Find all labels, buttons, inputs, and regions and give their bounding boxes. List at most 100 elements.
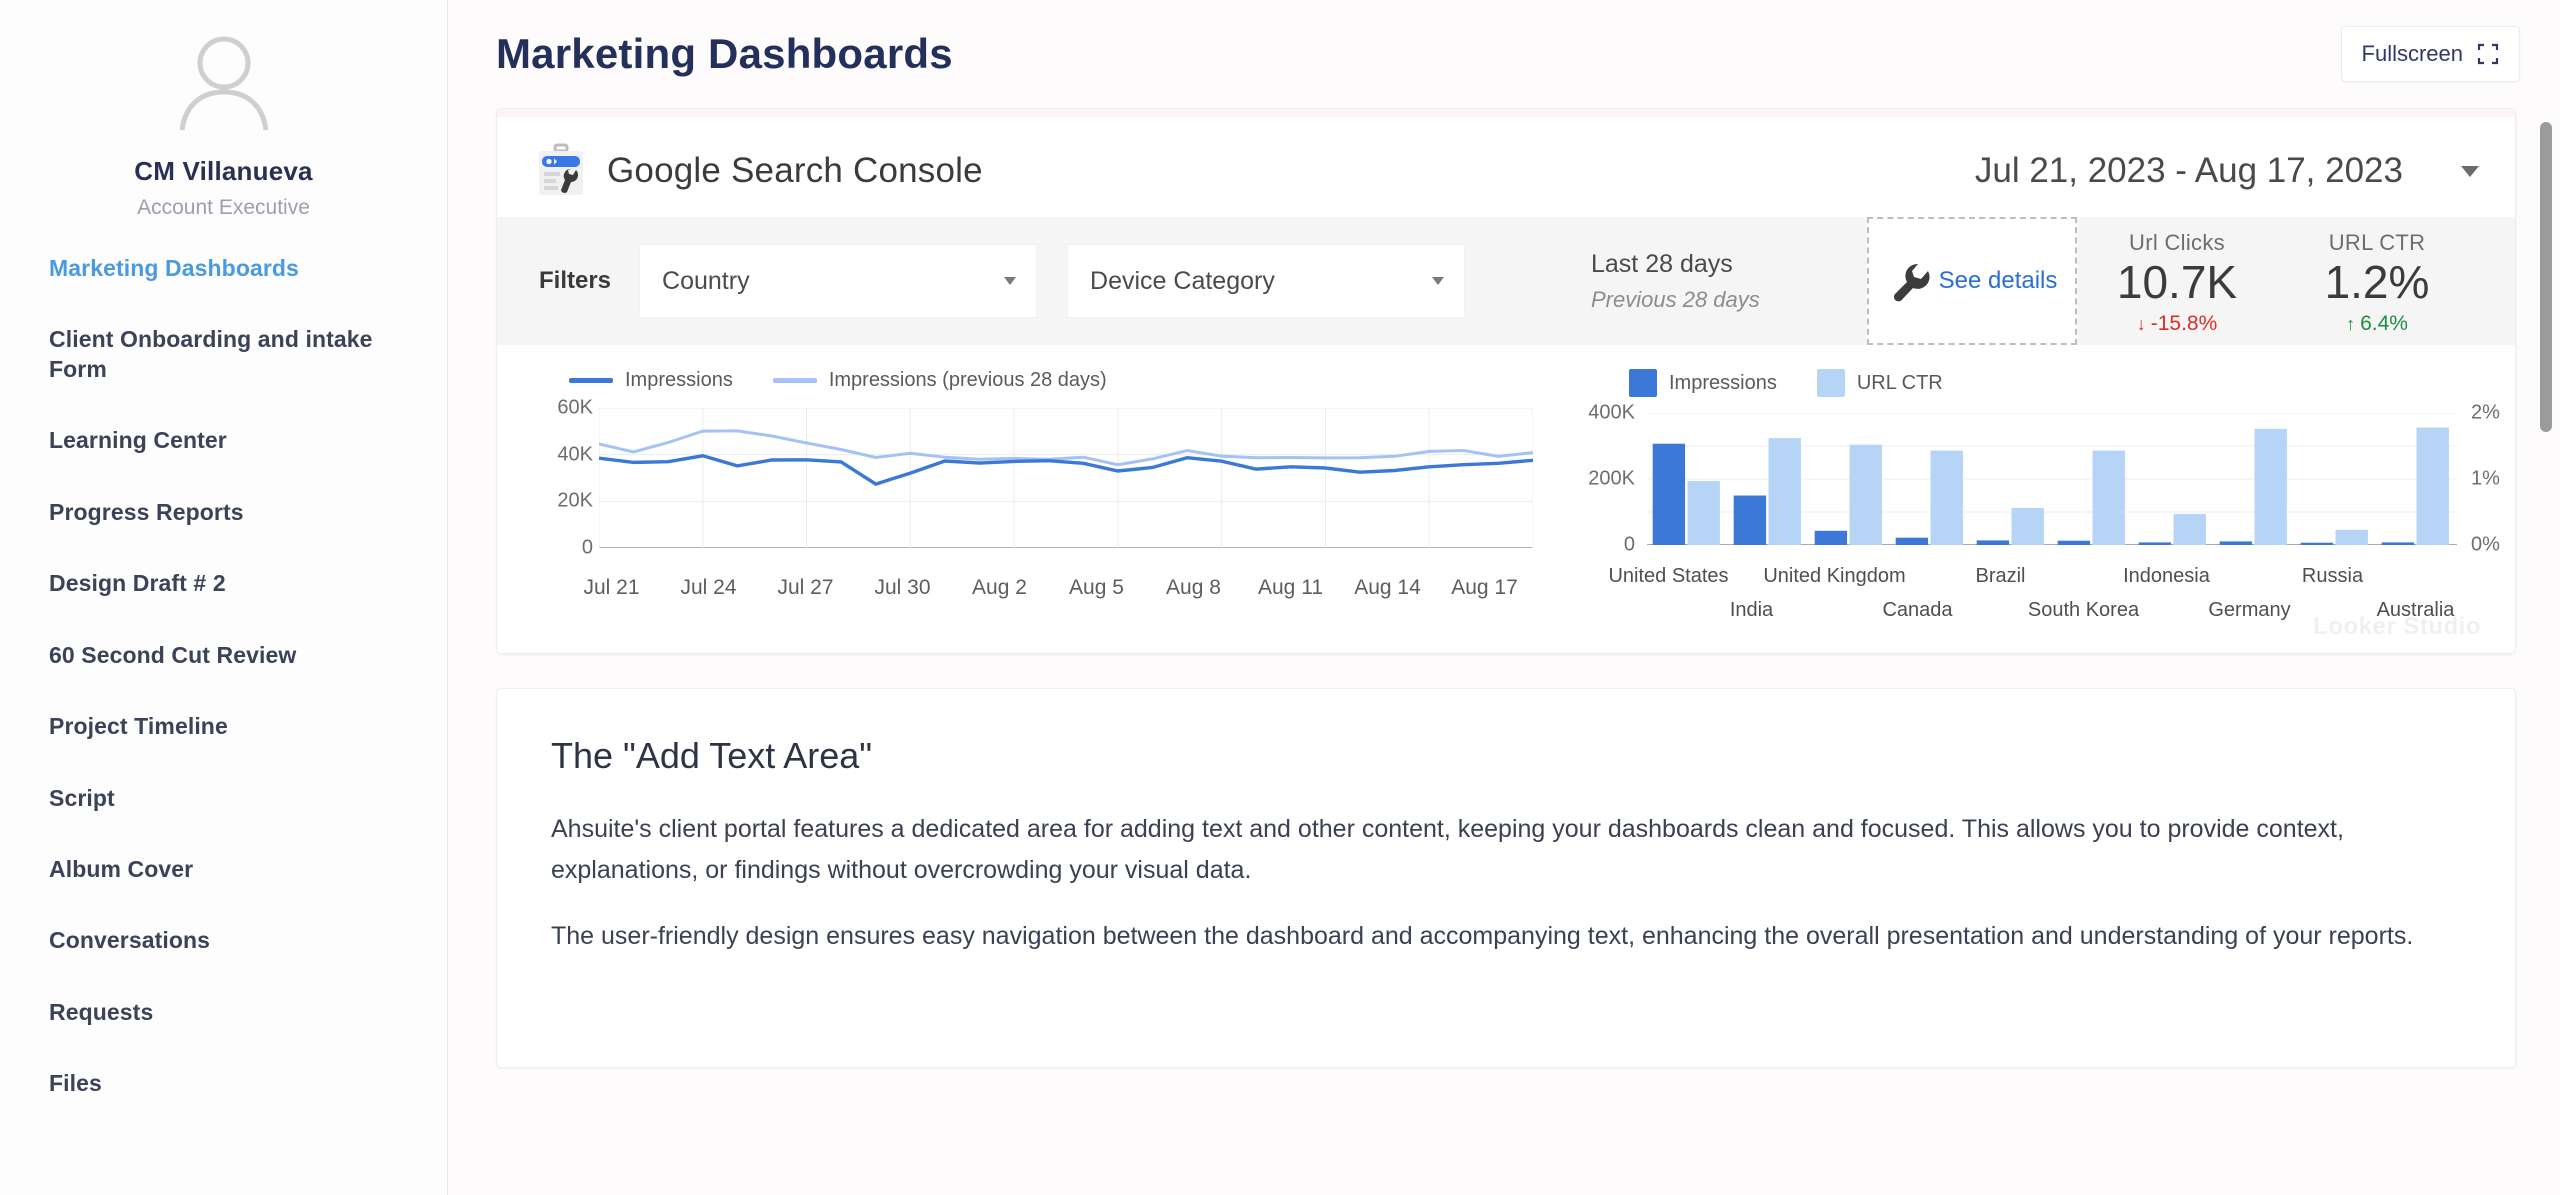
sidebar-item-design-draft-2[interactable]: Design Draft # 2: [49, 569, 417, 598]
sidebar-item-marketing-dashboards[interactable]: Marketing Dashboards: [49, 254, 417, 283]
sidebar-nav: Marketing Dashboards Client Onboarding a…: [0, 254, 447, 1099]
x-tick-label: Indonesia: [2123, 565, 2210, 587]
scrollbar-thumb[interactable]: [2540, 122, 2552, 432]
y-tick-label-right: 2%: [2471, 401, 2500, 424]
y-tick-label: 0: [581, 536, 593, 559]
dashboard-card: Google Search Console Jul 21, 2023 - Aug…: [496, 108, 2516, 654]
chevron-down-icon: [2461, 165, 2479, 177]
scorecards-bar: Last 28 days Previous 28 days See detail…: [1557, 217, 2515, 345]
device-category-filter-select[interactable]: Device Category: [1067, 244, 1466, 318]
x-tick-label: Aug 2: [972, 576, 1027, 599]
avatar: [0, 30, 447, 134]
sidebar-item-requests[interactable]: Requests: [49, 998, 417, 1027]
fullscreen-button[interactable]: Fullscreen: [2340, 26, 2520, 82]
kpi-delta: ↓ -15.8%: [2137, 312, 2218, 336]
x-tick-label: Germany: [2208, 599, 2291, 621]
google-search-console-icon: [539, 143, 583, 195]
x-tick-label: India: [1729, 599, 1774, 621]
wrench-icon: [1893, 263, 1930, 302]
legend-line-swatch: [569, 378, 613, 383]
line-chart-legend: Impressions Impressions (previous 28 day…: [497, 369, 1557, 392]
sidebar-item-project-timeline[interactable]: Project Timeline: [49, 712, 417, 741]
sidebar-item-60-second-cut-review[interactable]: 60 Second Cut Review: [49, 641, 417, 670]
kpi-value: 10.7K: [2116, 255, 2238, 308]
legend-label: Impressions: [1669, 371, 1777, 394]
left-panel: Filters Country Device Category Impressi…: [497, 217, 1557, 645]
kpi-delta-value: -15.8%: [2150, 312, 2218, 336]
content-area: Google Search Console Jul 21, 2023 - Aug…: [448, 108, 2560, 1068]
user-avatar-icon: [179, 36, 268, 131]
scrollbar-track[interactable]: [2538, 96, 2554, 1195]
main-content: Marketing Dashboards Fullscreen Google S…: [448, 0, 2560, 1195]
bar-chart-right-axis: 0% 1% 2%: [2463, 402, 2515, 556]
x-tick-label: South Korea: [2027, 599, 2140, 621]
y-tick-label: 60K: [557, 396, 593, 419]
user-role: Account Executive: [137, 196, 310, 219]
x-tick-label: Aug 17: [1451, 576, 1518, 599]
x-tick-label: Canada: [1882, 599, 1953, 621]
legend-color-swatch: [1816, 369, 1845, 397]
y-tick-label-right: 0%: [2471, 533, 2500, 556]
y-tick-label-left: 400K: [1588, 401, 1635, 424]
line-chart-y-axis: 0 20K 40K 60K: [533, 397, 593, 559]
sidebar-item-progress-reports[interactable]: Progress Reports: [49, 498, 417, 527]
filters-bar: Filters Country Device Category: [497, 217, 1557, 345]
sidebar-item-client-onboarding[interactable]: Client Onboarding and intake Form: [49, 325, 379, 384]
period-current: Last 28 days: [1591, 249, 1733, 278]
date-range-picker[interactable]: Jul 21, 2023 - Aug 17, 2023: [1975, 151, 2479, 191]
scorecard-period: Last 28 days Previous 28 days: [1557, 217, 1867, 345]
x-tick-label: Australia: [2376, 599, 2455, 621]
page-title: Marketing Dashboards: [496, 30, 953, 77]
x-tick-label: Aug 8: [1166, 576, 1221, 599]
line-chart: 0 20K 40K 60K: [533, 397, 1557, 568]
y-tick-label-right: 1%: [2471, 467, 2500, 490]
kpi-delta-value: 6.4%: [2360, 312, 2408, 336]
see-details-button[interactable]: See details: [1867, 217, 2077, 345]
line-chart-plot: [598, 407, 1534, 549]
date-range-value: Jul 21, 2023 - Aug 17, 2023: [1974, 151, 2403, 190]
x-tick-label: Aug 5: [1069, 576, 1124, 599]
sidebar-item-files[interactable]: Files: [49, 1069, 417, 1098]
sidebar-item-album-cover[interactable]: Album Cover: [49, 855, 417, 884]
kpi-label: URL CTR: [2328, 229, 2426, 255]
legend-label: Impressions: [625, 369, 733, 391]
bar-chart: 0 200K 400K 0% 1% 2%: [1577, 402, 2515, 563]
kpi-delta: ↑ 6.4%: [2346, 312, 2408, 336]
chevron-down-icon: [1004, 277, 1017, 285]
see-details-label: See details: [1938, 267, 2058, 294]
line-chart-area: Impressions Impressions (previous 28 day…: [497, 345, 1557, 618]
x-tick-label: United States: [1608, 565, 1729, 587]
bar-chart-plot: [1647, 412, 2457, 546]
kpi-url-ctr: URL CTR 1.2% ↑ 6.4%: [2277, 217, 2477, 345]
bar-chart-legend: Impressions URL CTR: [1557, 369, 2515, 397]
kpi-value: 1.2%: [2324, 255, 2430, 308]
right-panel: Last 28 days Previous 28 days See detail…: [1557, 217, 2515, 645]
bar-chart-area: Impressions URL CTR 0 200K 400K 0% 1% 2%: [1557, 345, 2515, 645]
legend-item-url-ctr: URL CTR: [1816, 369, 1943, 397]
x-tick-label: Jul 24: [680, 576, 737, 599]
legend-item-impressions: Impressions: [569, 369, 733, 392]
dashboard-panels: Filters Country Device Category Impressi…: [497, 217, 2515, 653]
sidebar: CM Villanueva Account Executive Marketin…: [0, 0, 448, 1195]
legend-label: URL CTR: [1856, 371, 1943, 394]
text-area-title: The "Add Text Area": [551, 735, 873, 776]
sidebar-item-script[interactable]: Script: [49, 784, 417, 813]
bar-chart-left-axis: 0 200K 400K: [1577, 402, 1639, 556]
bar-chart-x-axis: United States India United Kingdom Canada Br…: [1608, 563, 2457, 627]
x-tick-label: Russia: [2301, 565, 2364, 587]
legend-item-impressions: Impressions: [1629, 369, 1777, 397]
y-tick-label: 40K: [557, 443, 593, 466]
x-tick-label: Jul 27: [777, 576, 834, 599]
country-filter-select[interactable]: Country: [639, 244, 1038, 318]
sidebar-item-learning-center[interactable]: Learning Center: [49, 426, 417, 455]
x-tick-label: Jul 21: [583, 576, 640, 599]
country-filter-value: Country: [662, 266, 750, 295]
x-tick-label: Aug 11: [1258, 576, 1323, 599]
kpi-url-clicks: Url Clicks 10.7K ↓ -15.8%: [2077, 217, 2277, 345]
sidebar-item-conversations[interactable]: Conversations: [49, 926, 417, 955]
arrow-down-icon: ↓: [2136, 314, 2146, 335]
dashboard-header: Google Search Console Jul 21, 2023 - Aug…: [497, 117, 2515, 217]
line-chart-x-axis: Jul 21 Jul 24 Jul 27 Jul 30 Aug 2 Aug 5 Aug 8 A…: [563, 576, 1533, 600]
text-area-paragraph: The user-friendly design ensures easy na…: [551, 922, 2414, 950]
user-name: CM Villanueva: [134, 156, 313, 186]
